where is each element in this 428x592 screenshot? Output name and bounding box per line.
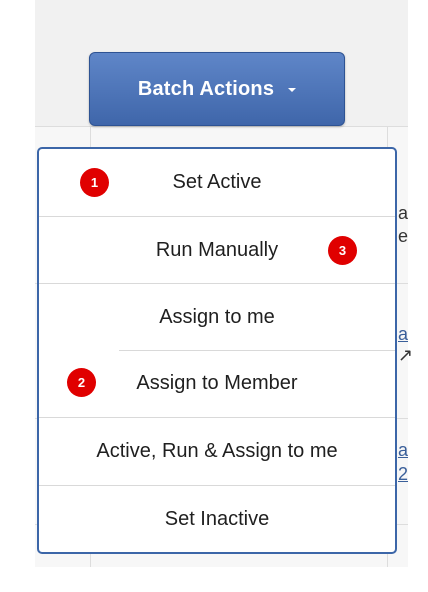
batch-actions-button[interactable]: Batch Actions (89, 52, 345, 126)
background-link-fragment[interactable]: a (398, 440, 408, 461)
menu-item-set-inactive[interactable]: Set Inactive (39, 485, 395, 552)
external-link-icon[interactable]: ↗ (398, 345, 413, 366)
batch-actions-label: Batch Actions (137, 77, 275, 100)
background-row-line (35, 126, 408, 127)
menu-item-label: Assign to me (159, 305, 275, 328)
background-text-fragment: e (398, 226, 409, 246)
menu-item-active-run-assign[interactable]: Active, Run & Assign to me (39, 417, 395, 484)
caret-down-icon (288, 88, 297, 92)
menu-item-label: Run Manually (155, 238, 279, 261)
menu-item-label: Set Active (172, 171, 262, 193)
page-bottom-area (0, 567, 428, 592)
background-link-fragment[interactable]: 2 (398, 464, 408, 485)
step-marker-1: 1 (80, 168, 109, 197)
background-text-fragment: a (398, 203, 409, 223)
background-link-fragment[interactable]: a (398, 324, 408, 345)
step-marker-3: 3 (328, 236, 357, 265)
menu-item-assign-to-me[interactable]: Assign to me (39, 283, 395, 350)
menu-item-label: Active, Run & Assign to me (96, 439, 338, 462)
menu-item-label: Assign to Member (136, 372, 298, 394)
step-marker-2: 2 (67, 368, 96, 397)
menu-item-label: Set Inactive (164, 507, 270, 530)
batch-actions-dropdown: Set Active Run Manually Assign to me Ass… (37, 147, 397, 554)
